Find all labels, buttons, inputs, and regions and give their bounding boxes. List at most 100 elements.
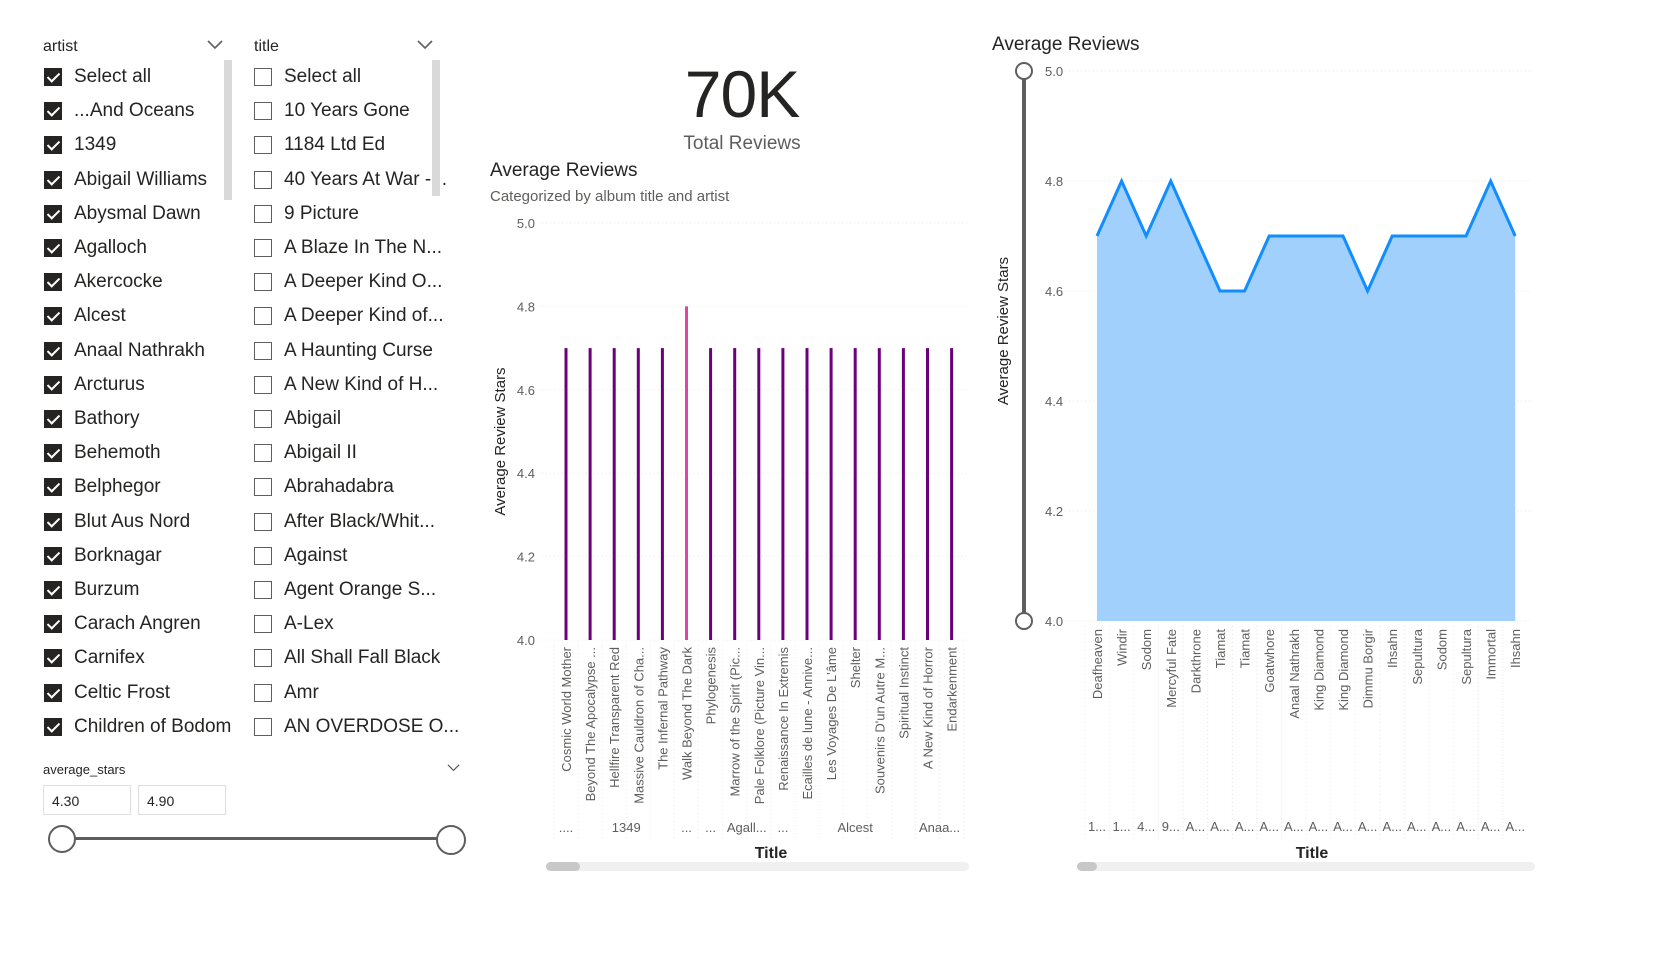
checkbox-checked-icon[interactable] [44,136,62,155]
title-slicer-item[interactable]: A Blaze In The N... [254,231,442,265]
artist-slicer-item[interactable]: Celtic Frost [44,676,170,710]
artist-slicer-item[interactable]: Borknagar [44,539,162,573]
stars-min-input[interactable]: 4.30 [43,785,131,815]
checkbox-unchecked-icon[interactable] [254,170,272,189]
artist-slicer-item[interactable]: Agalloch [44,231,147,265]
checkbox-unchecked-icon[interactable] [254,512,272,531]
artist-slicer-chevron-down-icon[interactable] [207,40,223,50]
checkbox-checked-icon[interactable] [44,444,62,463]
title-slicer-item[interactable]: Against [254,539,347,573]
artist-slicer-item[interactable]: Burzum [44,573,139,607]
artist-slicer-item[interactable]: Behemoth [44,436,161,470]
bar[interactable] [709,348,713,640]
checkbox-unchecked-icon[interactable] [254,375,272,394]
stars-range-min-handle[interactable] [48,825,76,853]
artist-slicer-item[interactable]: Bathory [44,402,139,436]
stars-range-max-handle[interactable] [436,825,466,855]
checkbox-unchecked-icon[interactable] [254,444,272,463]
checkbox-checked-icon[interactable] [44,273,62,292]
artist-slicer-item[interactable]: Carach Angren [44,607,201,641]
checkbox-checked-icon[interactable] [44,683,62,702]
area-y-zoom-bottom-handle[interactable] [1015,612,1033,630]
checkbox-checked-icon[interactable] [44,410,62,428]
checkbox-checked-icon[interactable] [44,649,62,668]
bar-chart-scrollbar[interactable] [546,862,969,871]
checkbox-unchecked-icon[interactable] [254,649,272,668]
checkbox-checked-icon[interactable] [44,102,62,121]
checkbox-unchecked-icon[interactable] [254,341,272,360]
checkbox-unchecked-icon[interactable] [254,581,272,599]
artist-slicer-item[interactable]: 1349 [44,128,116,162]
title-slicer-item[interactable]: After Black/Whit... [254,505,435,539]
title-slicer-item[interactable]: 10 Years Gone [254,94,410,128]
checkbox-checked-icon[interactable] [44,307,62,326]
bar[interactable] [781,348,785,640]
title-slicer-item[interactable]: Select all [254,60,361,94]
area-chart-scrollbar-thumb[interactable] [1077,862,1097,871]
checkbox-checked-icon[interactable] [44,478,62,497]
artist-slicer-item[interactable]: Carnifex [44,641,145,675]
bar[interactable] [757,348,761,640]
checkbox-checked-icon[interactable] [44,546,62,565]
checkbox-unchecked-icon[interactable] [254,239,272,257]
bar[interactable] [853,348,857,640]
bar[interactable] [733,348,737,640]
title-slicer-item[interactable]: A Haunting Curse [254,334,433,368]
bar[interactable] [564,348,568,640]
checkbox-unchecked-icon[interactable] [254,102,272,121]
artist-slicer-item[interactable]: Blut Aus Nord [44,505,190,539]
title-slicer-item[interactable]: Abrahadabra [254,470,394,504]
title-slicer-item[interactable]: Abigail [254,402,341,436]
bar[interactable] [901,348,905,640]
bar[interactable] [612,348,616,640]
title-slicer-item[interactable]: AN OVERDOSE O... [254,710,459,744]
artist-list-scrollbar[interactable] [224,60,232,200]
checkbox-checked-icon[interactable] [44,615,62,634]
checkbox-unchecked-icon[interactable] [254,615,272,634]
checkbox-unchecked-icon[interactable] [254,68,272,86]
checkbox-checked-icon[interactable] [44,170,62,189]
stars-max-input[interactable]: 4.90 [138,785,226,815]
artist-slicer-item[interactable]: Alcest [44,299,126,333]
bar[interactable] [877,348,881,640]
checkbox-checked-icon[interactable] [44,341,62,360]
title-slicer-item[interactable]: All Shall Fall Black [254,641,440,675]
bar[interactable] [588,348,592,640]
title-slicer-item[interactable]: A Deeper Kind O... [254,265,442,299]
bar[interactable] [636,348,640,640]
checkbox-checked-icon[interactable] [44,375,62,394]
checkbox-unchecked-icon[interactable] [254,273,272,292]
checkbox-unchecked-icon[interactable] [254,683,272,702]
title-slicer-item[interactable]: Amr [254,676,319,710]
bar[interactable] [660,348,664,640]
checkbox-unchecked-icon[interactable] [254,546,272,565]
title-list-scrollbar[interactable] [432,60,440,196]
artist-slicer-item[interactable]: Select all [44,60,151,94]
title-slicer-item[interactable]: 40 Years At War -... [254,163,447,197]
checkbox-unchecked-icon[interactable] [254,717,272,736]
title-slicer-item[interactable]: Agent Orange S... [254,573,436,607]
area-y-zoom-top-handle[interactable] [1015,62,1033,80]
artist-slicer-item[interactable]: ...And Oceans [44,94,194,128]
title-slicer-item[interactable]: A New Kind of H... [254,368,438,402]
checkbox-checked-icon[interactable] [44,581,62,599]
area-chart-scrollbar[interactable] [1077,862,1535,871]
checkbox-unchecked-icon[interactable] [254,307,272,326]
title-slicer-item[interactable]: 1184 Ltd Ed [254,128,385,162]
checkbox-unchecked-icon[interactable] [254,204,272,223]
checkbox-checked-icon[interactable] [44,68,62,86]
checkbox-checked-icon[interactable] [44,717,62,736]
checkbox-unchecked-icon[interactable] [254,478,272,497]
bar[interactable] [829,348,833,640]
artist-slicer-item[interactable]: Anaal Nathrakh [44,334,205,368]
title-slicer-item[interactable]: A Deeper Kind of... [254,299,444,333]
bar-chart-scrollbar-thumb[interactable] [546,862,580,871]
artist-slicer-item[interactable]: Abysmal Dawn [44,197,201,231]
title-slicer-chevron-down-icon[interactable] [417,40,433,50]
stars-slicer-chevron-down-icon[interactable] [447,764,460,772]
artist-slicer-item[interactable]: Belphegor [44,470,161,504]
checkbox-checked-icon[interactable] [44,512,62,531]
bar[interactable] [685,306,688,640]
title-slicer-item[interactable]: 9 Picture [254,197,359,231]
bar[interactable] [950,348,954,640]
